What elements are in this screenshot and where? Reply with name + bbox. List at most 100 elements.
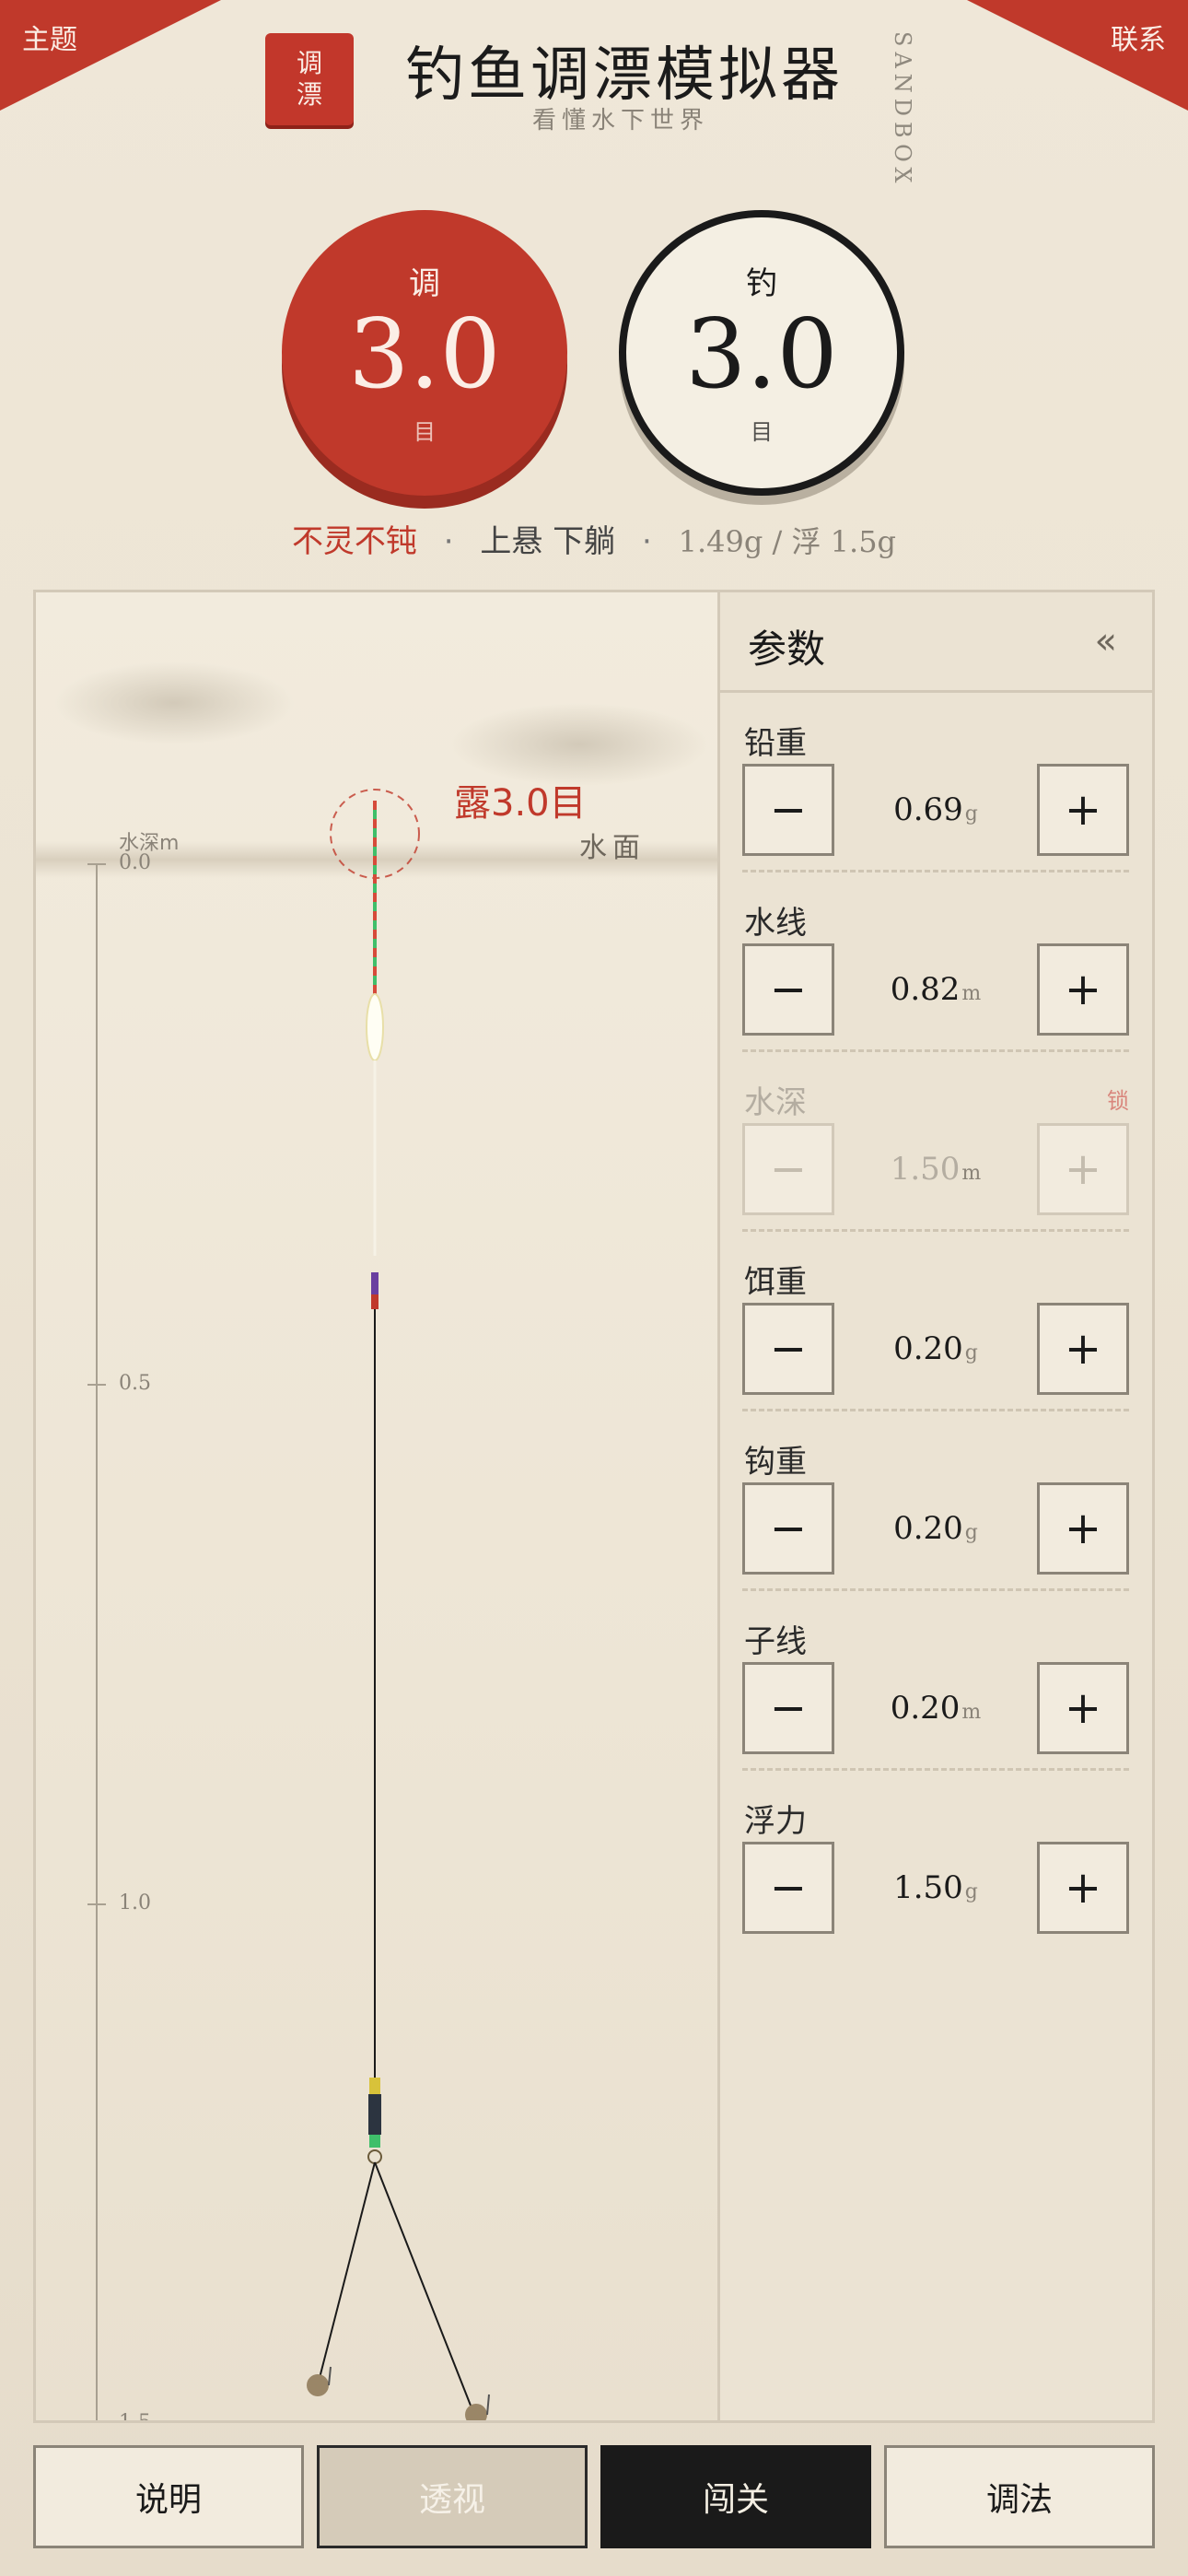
increment-button[interactable]: + xyxy=(1037,1662,1129,1754)
tiao-mu-disc: 调 3.0 目 xyxy=(282,210,567,496)
param-value: 1.50g xyxy=(834,1842,1037,1934)
theme-label: 主题 xyxy=(22,24,77,56)
value-number: 0.20 xyxy=(893,1510,963,1547)
swivel xyxy=(367,2149,382,2164)
param-name: 水深 xyxy=(744,1084,807,1121)
contact-corner-button[interactable]: 联系 xyxy=(967,0,1188,111)
param-value: 0.82m xyxy=(834,943,1037,1036)
simulator-panel: 露3.0目 水面 水深m 0.0 0.5 1.0 1.5 参数 « 铅重 − 0… xyxy=(33,590,1155,2423)
params-header: 参数 « xyxy=(720,592,1152,693)
value-unit: g xyxy=(964,1521,978,1544)
tiao-label: 调 xyxy=(409,265,440,302)
lock-badge[interactable]: 锁 xyxy=(1107,1083,1129,1115)
param-bait-weight: 饵重 − 0.20g + xyxy=(742,1229,1129,1411)
status-line: 不灵不钝 · 上悬 下躺 · 1.49g / 浮 1.5g xyxy=(0,516,1188,561)
collapse-icon[interactable]: « xyxy=(1095,620,1117,662)
sinker xyxy=(369,2078,380,2094)
underwater-scene: 露3.0目 水面 水深m 0.0 0.5 1.0 1.5 xyxy=(36,592,717,2420)
diao-value: 3.0 xyxy=(685,298,838,410)
decrement-button[interactable]: − xyxy=(742,1303,834,1395)
diao-label: 钓 xyxy=(746,265,777,302)
increment-button[interactable]: + xyxy=(1037,943,1129,1036)
bait-state-text: 上悬 下躺 xyxy=(480,523,616,560)
param-buoyancy: 浮力 − 1.50g + xyxy=(742,1768,1129,1948)
param-name: 浮力 xyxy=(744,1803,807,1840)
increment-button[interactable]: + xyxy=(1037,1303,1129,1395)
param-name: 水线 xyxy=(744,905,807,942)
decrement-button[interactable]: − xyxy=(742,1842,834,1934)
value-number: 0.20 xyxy=(890,1690,961,1727)
sinker xyxy=(368,2094,381,2135)
param-name: 子线 xyxy=(744,1623,807,1660)
decrement-button: − xyxy=(742,1123,834,1215)
diao-mu-disc: 钓 3.0 目 xyxy=(619,210,904,496)
params-title: 参数 xyxy=(748,626,826,672)
decrement-button[interactable]: − xyxy=(742,1662,834,1754)
cloud-shadow xyxy=(54,662,294,744)
value-number: 0.69 xyxy=(893,791,963,828)
seal-line-2: 漂 xyxy=(296,79,322,110)
sinker xyxy=(369,2135,380,2148)
param-value: 0.69g xyxy=(834,764,1037,856)
value-unit: m xyxy=(961,1162,982,1185)
water-surface-label: 水面 xyxy=(579,832,646,864)
param-water-line: 水线 − 0.82m + xyxy=(742,870,1129,1052)
page-title: 钓鱼调漂模拟器 xyxy=(405,41,844,110)
param-name: 钩重 xyxy=(744,1444,807,1481)
value-number: 0.82 xyxy=(890,971,961,1008)
increment-button[interactable]: + xyxy=(1037,1482,1129,1575)
float-body xyxy=(366,993,384,1061)
bait-ball xyxy=(307,2374,329,2396)
value-unit: g xyxy=(964,1341,978,1364)
tiao-value: 3.0 xyxy=(348,298,501,410)
param-value: 0.20g xyxy=(834,1303,1037,1395)
sandbox-tag: SANDBOX xyxy=(890,31,915,189)
depth-tick-label: 0.5 xyxy=(119,1372,151,1395)
param-leader-line: 子线 − 0.20m + xyxy=(742,1588,1129,1771)
exposed-marks-label: 露3.0目 xyxy=(454,782,587,825)
param-sinker-weight: 铅重 − 0.69g + xyxy=(742,690,1129,872)
param-value: 0.20m xyxy=(834,1662,1037,1754)
decrement-button[interactable]: − xyxy=(742,943,834,1036)
bottom-tab-bar: 说明 透视 闯关 调法 xyxy=(33,2445,1155,2548)
increment-button[interactable]: + xyxy=(1037,764,1129,856)
value-unit: m xyxy=(961,982,982,1005)
increment-button[interactable]: + xyxy=(1037,1842,1129,1934)
weights-text: 1.49g / 浮 1.5g xyxy=(678,524,897,559)
decrement-button[interactable]: − xyxy=(742,1482,834,1575)
value-number: 1.50 xyxy=(893,1869,963,1906)
tab-perspective[interactable]: 透视 xyxy=(317,2445,588,2548)
value-number: 0.20 xyxy=(893,1330,963,1367)
logo-seal: 调 漂 xyxy=(265,33,354,125)
depth-tick-label: 1.5 xyxy=(119,2411,151,2420)
theme-corner-button[interactable]: 主题 xyxy=(0,0,221,111)
params-panel: 参数 « 铅重 − 0.69g + 水线 − 0.82m + 水深 锁 − 1.… xyxy=(717,592,1152,2420)
float-seat xyxy=(371,1272,379,1296)
value-unit: g xyxy=(964,1880,978,1903)
float-seat xyxy=(371,1294,379,1309)
tiao-unit: 目 xyxy=(413,419,436,445)
tab-instructions[interactable]: 说明 xyxy=(33,2445,304,2548)
decrement-button[interactable]: − xyxy=(742,764,834,856)
separator-dot: · xyxy=(642,523,652,560)
param-value: 1.50m xyxy=(834,1123,1037,1215)
param-name: 饵重 xyxy=(744,1264,807,1301)
value-unit: m xyxy=(961,1701,982,1724)
value-unit: g xyxy=(964,802,978,825)
contact-label: 联系 xyxy=(1111,24,1166,56)
param-name: 铅重 xyxy=(744,725,807,762)
param-value: 0.20g xyxy=(834,1482,1037,1575)
sensitivity-text: 不灵不钝 xyxy=(291,523,417,560)
seal-line-1: 调 xyxy=(296,48,322,78)
tab-challenge[interactable]: 闯关 xyxy=(600,2445,871,2548)
value-number: 1.50 xyxy=(890,1151,961,1188)
depth-tick-label: 1.0 xyxy=(119,1891,151,1914)
param-water-depth: 水深 锁 − 1.50m + xyxy=(742,1049,1129,1232)
tab-tuning-method[interactable]: 调法 xyxy=(884,2445,1155,2548)
diao-unit: 目 xyxy=(751,419,773,445)
increment-button: + xyxy=(1037,1123,1129,1215)
leader-line xyxy=(319,2161,376,2379)
separator-dot: · xyxy=(443,523,454,560)
page-subtitle: 看懂水下世界 xyxy=(532,107,710,135)
param-hook-weight: 钩重 − 0.20g + xyxy=(742,1409,1129,1591)
